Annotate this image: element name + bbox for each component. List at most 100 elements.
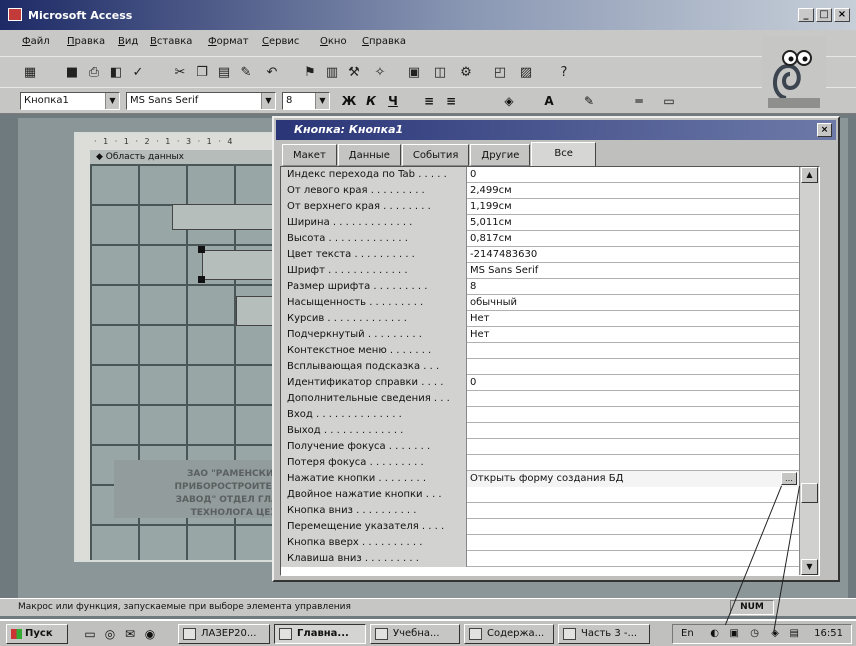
properties-close-button[interactable]: ×	[817, 123, 832, 137]
save-icon[interactable]: ■	[62, 63, 82, 82]
property-row[interactable]: Получение фокуса . . . . . . .	[281, 439, 801, 455]
property-row[interactable]: Ширина . . . . . . . . . . . . . 5,011см	[281, 215, 801, 231]
special-effect-icon[interactable]: ▭	[660, 93, 678, 110]
menu-file[interactable]: Файл	[22, 36, 50, 47]
properties-icon[interactable]: ◫	[430, 63, 450, 82]
task-lazer[interactable]: ЛАЗЕР20...	[178, 624, 270, 644]
property-row[interactable]: Индекс перехода по Tab . . . . .0	[281, 167, 801, 183]
mail-icon[interactable]: ✉	[122, 626, 138, 642]
help-icon[interactable]: ?	[554, 63, 574, 82]
property-row[interactable]: Идентификатор справки . . . .0	[281, 375, 801, 391]
paste-icon[interactable]: ▤	[214, 63, 234, 82]
property-row[interactable]: Подчеркнутый . . . . . . . . . Нет	[281, 327, 801, 343]
minimize-button[interactable]: _	[798, 8, 814, 22]
property-value[interactable]	[467, 407, 801, 423]
database-window-icon[interactable]: ◰	[490, 63, 510, 82]
menu-view[interactable]: Вид	[118, 36, 138, 47]
property-value[interactable]	[467, 439, 801, 455]
task-part3[interactable]: Часть 3 -...	[558, 624, 650, 644]
font-select[interactable]: MS Sans Serif ▼	[126, 92, 276, 110]
copy-icon[interactable]: ❐	[192, 63, 212, 82]
format-painter-icon[interactable]: ✎	[236, 63, 256, 82]
code-icon[interactable]: ▣	[404, 63, 424, 82]
property-row[interactable]: От верхнего края . . . . . . . . 1,199см	[281, 199, 801, 215]
printer-tray-icon[interactable]: ▤	[787, 628, 799, 640]
property-row[interactable]: Перемещение указателя . . . .	[281, 519, 801, 535]
preview-icon[interactable]: ◧	[106, 63, 126, 82]
property-value[interactable]: 0,817см	[467, 231, 801, 247]
scheduler-icon[interactable]: ◷	[747, 628, 759, 640]
start-button[interactable]: Пуск	[6, 624, 68, 644]
property-value[interactable]	[467, 391, 801, 407]
property-value[interactable]	[467, 487, 801, 503]
network-icon[interactable]: ▣	[727, 628, 739, 640]
tab-data[interactable]: Данные	[337, 144, 401, 166]
property-row[interactable]: Насыщенность . . . . . . . . . обычный	[281, 295, 801, 311]
property-row[interactable]: Размер шрифта . . . . . . . . .8	[281, 279, 801, 295]
property-row[interactable]: От левого края . . . . . . . . . 2,499см	[281, 183, 801, 199]
insert-hyperlink-icon[interactable]: ⚑	[300, 63, 320, 82]
close-button[interactable]: ×	[834, 8, 850, 22]
property-value[interactable]: 1,199см	[467, 199, 801, 215]
property-value[interactable]: 0	[467, 375, 801, 391]
property-value[interactable]	[467, 455, 801, 471]
property-value[interactable]: 5,011см	[467, 215, 801, 231]
keyboard-layout-icon[interactable]: En	[681, 628, 694, 640]
maximize-button[interactable]: □	[816, 8, 832, 22]
property-value[interactable]: 2,499см	[467, 183, 801, 199]
property-value[interactable]	[467, 359, 801, 375]
access-app-icon[interactable]	[8, 8, 22, 21]
builder-button[interactable]: …	[781, 472, 797, 485]
property-value[interactable]	[467, 423, 801, 439]
cut-icon[interactable]: ✂	[170, 63, 190, 82]
property-value[interactable]: 0	[467, 167, 801, 183]
build-icon[interactable]: ⚙	[456, 63, 476, 82]
menu-format[interactable]: Формат	[208, 36, 249, 47]
property-row[interactable]: Кнопка вниз . . . . . . . . . .	[281, 503, 801, 519]
line-color-icon[interactable]: ✎	[580, 93, 598, 110]
property-row[interactable]: Цвет текста . . . . . . . . . . -21474836…	[281, 247, 801, 263]
property-value[interactable]: MS Sans Serif	[467, 263, 801, 279]
menu-insert[interactable]: Вставка	[150, 36, 192, 47]
menu-tools[interactable]: Сервис	[262, 36, 299, 47]
property-row[interactable]: Кнопка вверх . . . . . . . . . .	[281, 535, 801, 551]
task-main[interactable]: Главна...	[274, 624, 366, 644]
property-row[interactable]: Клавиша вниз . . . . . . . . .	[281, 551, 801, 567]
fill-color-icon[interactable]: ◈	[500, 93, 518, 110]
show-desktop-icon[interactable]: ▭	[82, 626, 98, 642]
new-object-icon[interactable]: ▨	[516, 63, 536, 82]
task-textbook[interactable]: Учебна...	[370, 624, 460, 644]
tab-all[interactable]: Все	[531, 142, 596, 166]
property-row[interactable]: Двойное нажатие кнопки . . .	[281, 487, 801, 503]
property-value[interactable]	[467, 519, 801, 535]
tab-layout[interactable]: Макет	[282, 144, 337, 166]
font-size-select[interactable]: 8 ▼	[282, 92, 330, 110]
object-select[interactable]: Кнопка1 ▼	[20, 92, 120, 110]
selection-handle[interactable]	[198, 276, 205, 283]
line-width-icon[interactable]: ═	[630, 93, 648, 110]
property-row[interactable]: Вход . . . . . . . . . . . . . .	[281, 407, 801, 423]
channels-icon[interactable]: ◉	[142, 626, 158, 642]
chevron-down-icon[interactable]: ▼	[105, 93, 119, 109]
menu-help[interactable]: Справка	[362, 36, 406, 47]
spelling-icon[interactable]: ✓	[128, 63, 148, 82]
app-titlebar[interactable]: Microsoft Access _ □ ×	[0, 0, 856, 30]
scroll-thumb[interactable]	[801, 483, 818, 503]
properties-titlebar[interactable]: Кнопка: Кнопка1 ×	[276, 120, 836, 140]
property-row[interactable]: Выход . . . . . . . . . . . . .	[281, 423, 801, 439]
property-value[interactable]	[467, 503, 801, 519]
align-center-icon[interactable]: ≡	[442, 93, 460, 110]
property-row[interactable]: Шрифт . . . . . . . . . . . . . MS Sans S…	[281, 263, 801, 279]
property-row[interactable]: Нажатие кнопки . . . . . . . . Открыть фо…	[281, 471, 801, 487]
property-row[interactable]: Курсив . . . . . . . . . . . . . Нет	[281, 311, 801, 327]
property-value[interactable]: 8	[467, 279, 801, 295]
property-row[interactable]: Дополнительные сведения . . .	[281, 391, 801, 407]
chevron-down-icon[interactable]: ▼	[261, 93, 275, 109]
menu-edit[interactable]: Правка	[67, 36, 105, 47]
chevron-down-icon[interactable]: ▼	[315, 93, 329, 109]
property-row[interactable]: Всплывающая подсказка . . .	[281, 359, 801, 375]
property-value[interactable]: Нет	[467, 311, 801, 327]
underline-button[interactable]: Ч	[384, 93, 402, 110]
property-row[interactable]: Контекстное меню . . . . . . .	[281, 343, 801, 359]
property-row[interactable]: Потеря фокуса . . . . . . . . .	[281, 455, 801, 471]
